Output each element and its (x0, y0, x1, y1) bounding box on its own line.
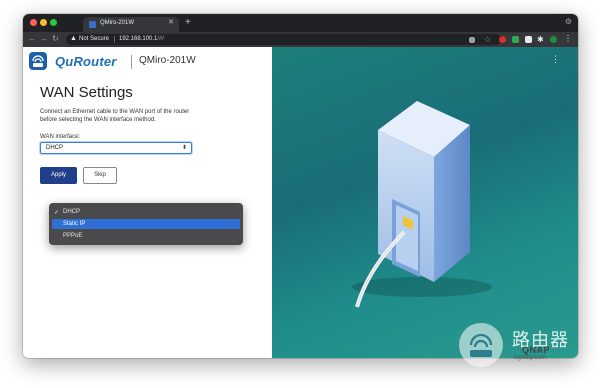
back-icon[interactable]: ← (28, 33, 36, 45)
brand-name: QuRouter (55, 54, 117, 69)
browser-toolbar: ← → ↻ ▲ Not Secure 192.168.100.1/#/ ☆ ✱ … (23, 32, 578, 47)
url-host: 192.168.100.1 (119, 36, 158, 42)
tab-close-icon[interactable]: ✕ (168, 19, 174, 27)
forward-icon[interactable]: → (40, 33, 48, 45)
address-divider (114, 36, 115, 43)
option-label: Static IP (63, 221, 86, 227)
warning-icon: ▲ (70, 35, 77, 42)
model-name: QMiro-201W (139, 55, 196, 66)
wan-interface-select[interactable]: DHCP ⬍ (40, 142, 192, 154)
more-menu-icon[interactable]: ⋮ (564, 35, 572, 43)
extension-shield-icon[interactable] (512, 36, 519, 43)
browser-menu-icon[interactable]: ⚙ (565, 17, 572, 26)
qurouter-logo-icon (29, 52, 47, 70)
illustration-panel: ⋮ (272, 47, 578, 358)
wan-interface-label: WAN interface: (40, 134, 81, 140)
extensions-puzzle-icon[interactable]: ✱ (537, 36, 544, 44)
select-value: DHCP (46, 145, 64, 151)
profile-avatar[interactable] (550, 36, 557, 43)
tab-title: QMiro-201W (100, 20, 135, 26)
check-icon: ✓ (54, 210, 60, 216)
watermark-brand: QNAP (522, 345, 551, 355)
dropdown-option-pppoe[interactable]: PPPoE (52, 231, 240, 241)
option-label: PPPoE (63, 233, 83, 239)
bookmark-star-icon[interactable]: ☆ (484, 36, 491, 44)
description-line: before selecting the WAN interface metho… (40, 117, 156, 123)
favicon-icon (89, 21, 96, 28)
description-line: Connect an Ethernet cable to the WAN por… (40, 109, 190, 115)
apply-button[interactable]: Apply (40, 167, 77, 184)
translate-icon[interactable] (469, 37, 475, 43)
dropdown-option-static-ip[interactable]: Static IP (52, 219, 240, 229)
watermark-router-icon (459, 323, 503, 367)
header-divider (131, 55, 132, 69)
wan-interface-dropdown: ✓ DHCP Static IP PPPoE (49, 203, 243, 245)
select-updown-icon: ⬍ (181, 145, 187, 151)
url-text[interactable]: 192.168.100.1/#/ (119, 36, 164, 42)
tab-strip: QMiro-201W ✕ + ⚙ (23, 14, 578, 32)
url-path: /#/ (157, 36, 165, 42)
page-title: WAN Settings (40, 84, 133, 101)
dropdown-option-dhcp[interactable]: ✓ DHCP (52, 207, 240, 217)
close-window-button[interactable] (30, 19, 37, 26)
browser-window: QMiro-201W ✕ + ⚙ ← → ↻ ▲ Not Secure 192.… (23, 14, 578, 358)
option-label: DHCP (63, 209, 81, 215)
security-label[interactable]: Not Secure (79, 36, 109, 42)
skip-button[interactable]: Skip (83, 167, 117, 184)
extension-box-icon[interactable] (525, 36, 532, 43)
address-bar[interactable]: ▲ Not Secure 192.168.100.1/#/ (66, 34, 501, 45)
minimize-window-button[interactable] (40, 19, 47, 26)
watermark-domain: luyouqi.com (514, 355, 547, 361)
router-illustration (352, 101, 492, 308)
reload-icon[interactable]: ↻ (52, 33, 59, 45)
page-more-icon[interactable]: ⋮ (551, 55, 560, 64)
extension-red-icon[interactable] (499, 36, 506, 43)
maximize-window-button[interactable] (50, 19, 57, 26)
new-tab-icon[interactable]: + (185, 17, 191, 29)
description: Connect an Ethernet cable to the WAN por… (40, 108, 240, 124)
browser-tab[interactable]: QMiro-201W ✕ (83, 17, 179, 32)
